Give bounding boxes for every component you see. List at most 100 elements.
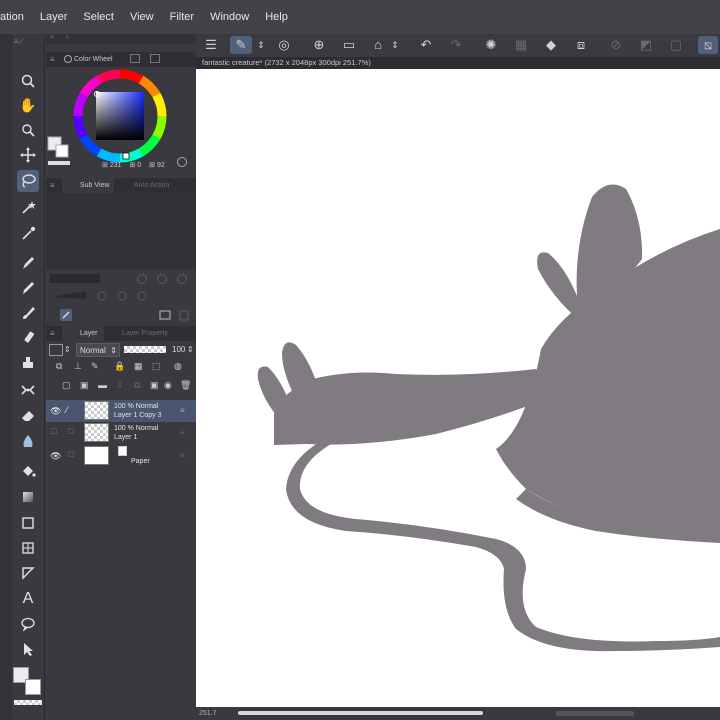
rotate-icon[interactable] [17, 119, 39, 141]
gradient-icon[interactable] [17, 486, 39, 508]
new-file-icon[interactable]: ⊕ [310, 36, 328, 54]
menu-layer[interactable]: Layer [32, 0, 76, 34]
clip-icon[interactable]: ⧉ [56, 361, 62, 372]
hue-handle[interactable] [122, 152, 130, 160]
draft-icon[interactable]: ✎ [91, 361, 99, 372]
snap-icon[interactable]: ⧅ [698, 36, 718, 54]
pen-icon[interactable] [17, 252, 39, 274]
combine-icon[interactable]: ⧉ [134, 380, 140, 391]
tab-layer[interactable]: Layer [62, 326, 104, 341]
ruler-icon[interactable] [17, 379, 39, 401]
drag-handle-icon[interactable]: ≡ [180, 406, 185, 415]
new-vector-icon[interactable]: ▣ [80, 380, 89, 391]
delete-layer-icon[interactable]: 🗑 [180, 380, 191, 391]
magic-wand-icon[interactable] [17, 196, 39, 218]
opacity-slider[interactable] [124, 346, 166, 353]
collapse-icon[interactable]: « [50, 32, 54, 41]
decoration-icon[interactable] [17, 352, 39, 374]
edit-pen-icon[interactable]: ∕ [66, 405, 68, 415]
fit-icon[interactable] [177, 274, 187, 284]
menu-select[interactable]: Select [75, 0, 122, 34]
reference-icon[interactable]: ⊥ [74, 361, 82, 372]
menu-help[interactable]: Help [257, 0, 296, 34]
menu-filter[interactable]: Filter [162, 0, 202, 34]
drawing-canvas[interactable] [196, 69, 720, 707]
lock-icon[interactable]: 🔒 [114, 361, 125, 372]
brush-icon[interactable] [17, 302, 39, 324]
panel-menu-icon-3[interactable]: ≡ [50, 326, 55, 341]
operation-icon[interactable] [17, 638, 39, 660]
eraser-icon[interactable] [17, 404, 39, 426]
mask-enable-icon[interactable]: ⬚ [152, 361, 161, 372]
quick-access-icon[interactable]: ✎ [230, 36, 252, 54]
mask-icon[interactable]: ▣ [150, 380, 159, 391]
panel-sub-color[interactable] [55, 144, 69, 158]
open-folder-icon[interactable]: ▭ [340, 36, 358, 54]
edit-off-icon[interactable] [68, 451, 74, 457]
new-folder-icon[interactable]: ▬ [98, 380, 107, 390]
layer-row-copy3[interactable]: 👁 ∕ 100 % Normal Layer 1 Copy 3 ≡ [46, 400, 196, 422]
blend-mode-select[interactable]: Normal ⇕ [76, 343, 120, 357]
vertical-scroll-thumb[interactable] [556, 711, 634, 716]
pencil-icon[interactable] [17, 277, 39, 299]
collapse-left-icon[interactable]: ‹ [66, 32, 69, 41]
save-arrows-icon[interactable]: ⇕ [390, 36, 400, 54]
eyedropper-icon[interactable] [17, 222, 39, 244]
color-set-tab-icon[interactable] [130, 54, 140, 63]
undo-icon[interactable]: ↶ [417, 36, 435, 54]
horizontal-scrollbar[interactable] [238, 711, 483, 715]
invert-icon[interactable]: ◩ [637, 36, 655, 54]
brush-size-preview[interactable] [50, 274, 100, 283]
deselect-icon[interactable]: ⊘ [607, 36, 625, 54]
selection-border-icon[interactable]: ▢ [667, 36, 685, 54]
layer-color-icon[interactable] [49, 344, 63, 356]
edit-off-icon[interactable] [68, 428, 74, 434]
new-raster-icon[interactable]: ▢ [62, 380, 71, 391]
tab-color-wheel[interactable]: Color Wheel [56, 52, 113, 67]
fill-icon[interactable] [17, 460, 39, 482]
tab-auto-action[interactable]: Auto Action [116, 178, 169, 193]
drag-handle-icon[interactable]: ≡ [180, 428, 185, 437]
menu-icon[interactable]: ☰ [202, 36, 220, 54]
zoom-out-icon[interactable] [137, 274, 147, 284]
rotate-right-icon[interactable] [117, 291, 127, 301]
color-history-tab-icon[interactable] [150, 54, 160, 63]
menu-animation[interactable]: ation [0, 0, 32, 34]
reset-icon[interactable] [137, 291, 147, 301]
palette-icon[interactable]: ◍ [174, 361, 182, 372]
airbrush-icon[interactable] [17, 327, 39, 349]
hand-icon[interactable]: ✋ [17, 94, 39, 116]
zoom-icon[interactable] [17, 70, 39, 92]
color-mode-icon[interactable] [177, 157, 187, 167]
toggle-arrows-icon[interactable]: ⇕ [256, 36, 266, 54]
visibility-off-icon[interactable] [51, 428, 57, 434]
loading-icon[interactable]: ✺ [482, 36, 500, 54]
folder-icon[interactable] [159, 310, 171, 320]
balloon-icon[interactable] [17, 613, 39, 635]
lasso-icon[interactable] [17, 170, 39, 192]
eye-icon[interactable]: 👁 [50, 451, 61, 462]
layer-row-paper[interactable]: 👁 Paper ≡ [46, 445, 196, 467]
drag-handle-icon[interactable]: ≡ [180, 451, 185, 460]
menu-window[interactable]: Window [202, 0, 257, 34]
tab-sub-view[interactable]: Sub View [62, 178, 114, 193]
new-mask-icon[interactable]: ◉ [164, 380, 172, 391]
transparent-swatch[interactable] [14, 700, 42, 705]
correct-line-icon[interactable] [17, 562, 39, 584]
zoom-in-icon[interactable] [157, 274, 167, 284]
transform-icon[interactable]: ⧈ [572, 36, 590, 54]
view-icon[interactable]: ◎ [275, 36, 293, 54]
clear-icon[interactable]: ▦ [512, 36, 530, 54]
panel-menu-icon-2[interactable]: ≡ [50, 178, 55, 193]
trash-icon[interactable] [179, 310, 189, 321]
panel-menu-icon[interactable]: ≡ [50, 52, 55, 67]
document-tab[interactable]: fantastic creature* (2732 x 2048px 300dp… [196, 57, 720, 69]
panel-transparent-color[interactable] [48, 161, 70, 165]
save-icon[interactable]: ⌂ [369, 36, 387, 54]
lock-transparent-icon[interactable]: ▦ [134, 361, 143, 372]
chevron-updown-icon[interactable]: ⇕ [64, 344, 72, 356]
sub-color-swatch[interactable] [25, 679, 41, 695]
text-icon[interactable]: A [17, 588, 39, 610]
blend-icon[interactable] [17, 430, 39, 452]
eye-icon[interactable]: 👁 [50, 406, 61, 417]
